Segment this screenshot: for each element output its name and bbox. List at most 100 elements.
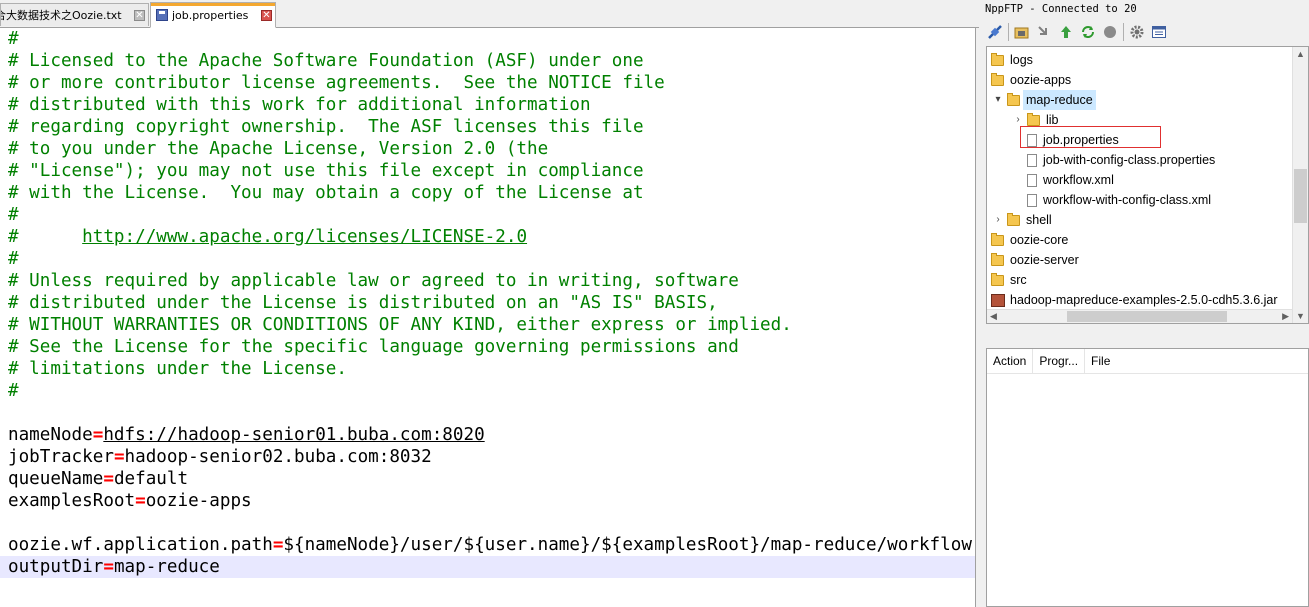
code-line[interactable]: # regarding copyright ownership. The ASF…: [0, 116, 975, 138]
equals-operator: =: [113, 447, 125, 467]
scroll-thumb[interactable]: [1067, 311, 1227, 322]
equals-operator: =: [103, 557, 114, 577]
equals-operator: =: [135, 491, 146, 511]
tree-item-label: oozie-core: [1010, 233, 1069, 247]
property-key: examplesRoot: [8, 491, 136, 511]
code-line[interactable]: # with the License. You may obtain a cop…: [0, 182, 975, 204]
queue-col-file[interactable]: File: [1085, 349, 1116, 373]
code-line[interactable]: examplesRoot=oozie-apps: [0, 490, 975, 512]
toolbar-separator: [1008, 23, 1009, 41]
jar-file-icon: [991, 293, 1005, 307]
code-line[interactable]: # "License"); you may not use this file …: [0, 160, 975, 182]
code-line[interactable]: [0, 512, 975, 534]
equals-operator: =: [103, 469, 114, 489]
folder-icon: [1027, 112, 1040, 126]
license-link[interactable]: http://www.apache.org/licenses/LICENSE-2…: [82, 227, 527, 247]
scroll-up-icon[interactable]: ▲: [1296, 49, 1305, 59]
tree-item-label: oozie-apps: [1010, 73, 1072, 87]
close-icon[interactable]: ✕: [134, 9, 145, 21]
save-icon: [156, 9, 168, 21]
code-line[interactable]: # Licensed to the Apache Software Founda…: [0, 50, 975, 72]
property-value[interactable]: hdfs://hadoop-senior01.buba.com:8020: [103, 425, 484, 445]
tree-item[interactable]: src: [991, 270, 1027, 290]
folder-icon: [1007, 92, 1020, 106]
tree-item[interactable]: logs: [991, 50, 1033, 70]
property-key: queueName: [8, 469, 104, 489]
tab-oozie-txt[interactable]: 合大数据技术之Oozie.txt ✕: [0, 3, 149, 26]
vertical-scrollbar[interactable]: ▲ ▼: [1292, 47, 1308, 323]
equals-operator: =: [272, 535, 284, 555]
tree-item[interactable]: workflow-with-config-class.xml: [1013, 190, 1211, 210]
scroll-left-icon[interactable]: ◀: [990, 311, 997, 322]
panel-splitter[interactable]: [975, 28, 979, 607]
tree-item[interactable]: oozie-core: [991, 230, 1068, 250]
tree-item-label: src: [1010, 273, 1027, 287]
collapsed-arrow-icon[interactable]: ›: [993, 210, 1003, 230]
transfer-queue[interactable]: Action Progr... File: [986, 348, 1309, 607]
folder-icon: [991, 272, 1004, 286]
property-value: hadoop-senior02.buba.com:8032: [124, 447, 432, 467]
folder-icon: [991, 52, 1004, 66]
code-line[interactable]: # distributed under the License is distr…: [0, 292, 975, 314]
code-line[interactable]: # or more contributor license agreements…: [0, 72, 975, 94]
code-line[interactable]: nameNode=hdfs://hadoop-senior01.buba.com…: [0, 424, 975, 446]
open-folder-icon[interactable]: [1013, 23, 1031, 41]
tree-item-label: workflow-with-config-class.xml: [1043, 193, 1212, 207]
expanded-arrow-icon[interactable]: ▾: [993, 90, 1003, 110]
tab-job-properties[interactable]: job.properties ✕: [150, 2, 276, 28]
upload-icon[interactable]: [1057, 23, 1075, 41]
tree-item-label: job-with-config-class.properties: [1043, 153, 1216, 167]
property-value: ${nameNode}/user/${user.name}/${examples…: [283, 535, 979, 555]
remote-file-tree[interactable]: logs oozie-apps ▾ map-reduce › lib job.propert…: [986, 46, 1309, 324]
code-line[interactable]: outputDir=map-reduce: [0, 556, 975, 578]
file-icon: [1027, 153, 1037, 167]
code-line[interactable]: #: [0, 380, 975, 402]
tree-item-label: map-reduce: [1023, 90, 1096, 110]
file-icon: [1027, 173, 1037, 187]
tree-item-label: job.properties: [1043, 133, 1119, 147]
tree-item-label: hadoop-mapreduce-examples-2.5.0-cdh5.3.6…: [1010, 293, 1278, 307]
code-line[interactable]: # WITHOUT WARRANTIES OR CONDITIONS OF AN…: [0, 314, 975, 336]
message-window-icon[interactable]: [1150, 23, 1168, 41]
tree-item[interactable]: job.properties: [1013, 130, 1119, 150]
property-key: nameNode: [8, 425, 93, 445]
refresh-icon[interactable]: [1079, 23, 1097, 41]
code-line[interactable]: # limitations under the License.: [0, 358, 975, 380]
tree-item[interactable]: job-with-config-class.properties: [1013, 150, 1215, 170]
tree-item[interactable]: › lib: [1013, 110, 1059, 130]
code-line[interactable]: # distributed with this work for additio…: [0, 94, 975, 116]
collapsed-arrow-icon[interactable]: ›: [1013, 110, 1023, 130]
queue-col-progress[interactable]: Progr...: [1033, 349, 1086, 373]
scroll-right-icon[interactable]: ▶: [1282, 311, 1289, 322]
code-line[interactable]: oozie.wf.application.path=${nameNode}/us…: [0, 534, 979, 556]
editor-pane[interactable]: 合大数据技术之Oozie.txt ✕ job.properties ✕ # # L…: [0, 0, 979, 607]
code-line[interactable]: queueName=default: [0, 468, 975, 490]
scroll-down-icon[interactable]: ▼: [1296, 311, 1305, 321]
code-line[interactable]: [0, 402, 975, 424]
tree-item[interactable]: ▾ map-reduce: [993, 90, 1096, 110]
download-icon[interactable]: [1035, 23, 1053, 41]
code-area[interactable]: # # Licensed to the Apache Software Found…: [0, 28, 979, 607]
tree-item[interactable]: hadoop-mapreduce-examples-2.5.0-cdh5.3.6…: [991, 290, 1278, 310]
horizontal-scrollbar[interactable]: ◀ ▶: [987, 309, 1292, 323]
tree-item[interactable]: workflow.xml: [1013, 170, 1114, 190]
code-line[interactable]: jobTracker=hadoop-senior02.buba.com:8032: [0, 446, 975, 468]
code-line[interactable]: #: [0, 248, 975, 270]
code-line[interactable]: # Unless required by applicable law or a…: [0, 270, 975, 292]
connect-icon[interactable]: [986, 23, 1004, 41]
code-line[interactable]: # http://www.apache.org/licenses/LICENSE…: [0, 226, 975, 248]
tree-item[interactable]: oozie-apps: [991, 70, 1071, 90]
file-icon: [1027, 193, 1037, 207]
code-line[interactable]: # See the License for the specific langu…: [0, 336, 975, 358]
close-icon[interactable]: ✕: [261, 9, 272, 21]
tree-item[interactable]: › shell: [993, 210, 1052, 230]
scroll-thumb[interactable]: [1294, 169, 1307, 223]
tree-item[interactable]: oozie-server: [991, 250, 1079, 270]
abort-icon[interactable]: [1101, 23, 1119, 41]
code-line[interactable]: # to you under the Apache License, Versi…: [0, 138, 975, 160]
nppftp-panel: NppFTP - Connected to 20 logs oozie-apps…: [982, 0, 1309, 607]
queue-col-action[interactable]: Action: [987, 349, 1034, 373]
code-line[interactable]: #: [0, 28, 975, 50]
settings-icon[interactable]: [1128, 23, 1146, 41]
code-line[interactable]: #: [0, 204, 975, 226]
